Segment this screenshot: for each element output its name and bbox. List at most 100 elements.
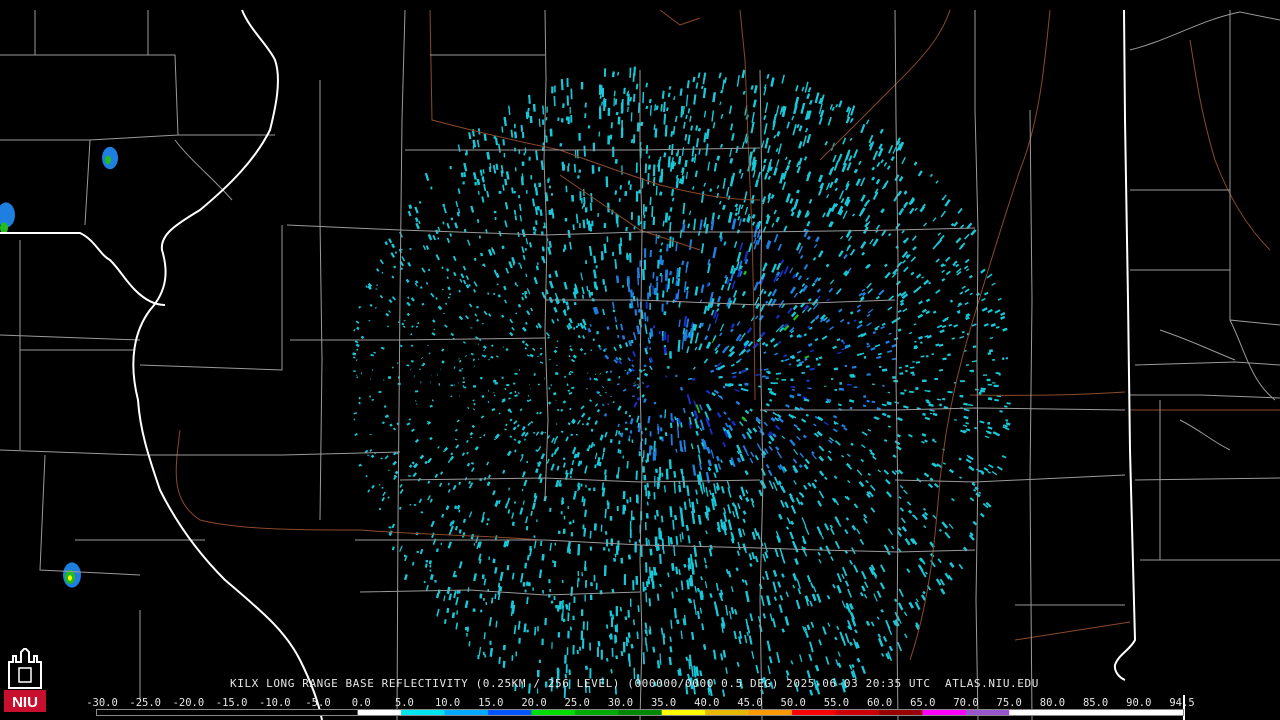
echo-streak xyxy=(458,529,462,534)
echo-streak xyxy=(447,286,451,291)
echo-streak xyxy=(667,536,670,546)
echo-streak xyxy=(355,343,360,348)
echo-streak xyxy=(928,281,932,285)
echo-streak xyxy=(981,471,985,476)
echo-streak xyxy=(584,560,587,569)
echo-streak xyxy=(924,390,930,392)
echo-streak xyxy=(556,408,560,412)
echo-streak xyxy=(669,636,672,642)
echo-streak xyxy=(582,219,586,229)
echo-streak xyxy=(871,400,876,404)
echo-streak xyxy=(605,370,609,374)
echo-streak xyxy=(471,424,475,428)
echo-streak xyxy=(483,434,486,437)
echo-streak xyxy=(562,400,567,404)
echo-streak xyxy=(629,417,634,425)
echo-streak xyxy=(678,301,681,308)
echo-streak xyxy=(494,137,499,146)
echo-streak xyxy=(687,223,690,229)
echo-streak xyxy=(796,358,801,362)
echo-streak xyxy=(908,509,913,514)
echo-streak xyxy=(497,294,501,298)
echo-streak xyxy=(659,156,662,162)
echo-streak xyxy=(539,411,543,415)
echo-streak xyxy=(667,572,670,578)
echo-streak xyxy=(635,470,638,480)
echo-streak xyxy=(609,370,613,374)
echo-streak xyxy=(624,342,629,348)
echo-streak xyxy=(802,434,807,439)
echo-streak xyxy=(391,546,395,551)
echo-streak xyxy=(609,438,613,443)
echo-streak xyxy=(464,600,469,609)
echo-streak xyxy=(938,528,942,532)
echo-streak xyxy=(569,407,572,411)
echo-streak xyxy=(645,105,649,110)
echo-streak xyxy=(602,547,606,551)
echo-streak xyxy=(805,413,809,417)
echo-streak xyxy=(502,469,506,474)
echo-streak xyxy=(637,102,640,113)
echo-streak xyxy=(627,632,631,638)
echo-streak xyxy=(568,373,572,376)
echo-streak xyxy=(683,329,688,342)
echo-streak xyxy=(651,580,655,589)
echo-streak xyxy=(613,90,616,97)
echo-streak xyxy=(694,286,699,296)
echo-streak xyxy=(494,593,497,599)
echo-streak xyxy=(847,625,851,630)
echo-streak xyxy=(675,152,679,157)
echo-streak xyxy=(687,557,692,570)
echo-streak xyxy=(656,510,659,517)
echo-streak xyxy=(658,330,661,335)
echo-streak xyxy=(677,426,680,439)
echo-streak xyxy=(738,168,742,174)
echo-streak xyxy=(624,191,628,196)
echo-streak xyxy=(421,364,425,367)
echo-streak xyxy=(647,164,651,170)
echo-streak xyxy=(521,340,526,344)
echo-streak xyxy=(675,178,679,188)
echo-streak xyxy=(633,66,636,76)
echo-streak xyxy=(672,126,676,135)
echo-streak xyxy=(664,125,668,137)
echo-streak xyxy=(477,190,480,195)
echo-streak xyxy=(577,548,581,556)
echo-streak xyxy=(687,535,691,544)
echo-streak xyxy=(877,352,882,356)
echo-streak xyxy=(718,592,723,598)
echo-streak xyxy=(681,175,685,185)
echo-streak xyxy=(897,328,902,332)
echo-streak xyxy=(669,506,673,513)
echo-streak xyxy=(576,451,581,458)
echo-streak xyxy=(874,327,879,331)
echo-streak xyxy=(990,323,996,328)
echo-streak xyxy=(871,176,876,181)
echo-streak xyxy=(989,336,994,340)
echo-streak xyxy=(903,405,909,409)
echo-streak xyxy=(687,108,691,114)
echo-streak xyxy=(616,383,620,386)
echo-streak xyxy=(675,587,678,592)
echo-streak xyxy=(646,501,649,506)
echo-streak xyxy=(978,491,982,495)
echo-streak xyxy=(653,567,657,576)
echo-streak xyxy=(767,387,773,391)
echo-streak xyxy=(586,422,590,426)
echo-streak xyxy=(428,352,431,355)
echo-streak xyxy=(501,126,504,133)
echo-streak xyxy=(685,656,689,661)
echo-streak xyxy=(683,501,687,510)
echo-streak xyxy=(680,446,684,453)
echo-streak xyxy=(669,222,672,233)
echo-streak xyxy=(414,280,419,284)
echo-streak xyxy=(914,346,917,350)
echo-streak xyxy=(503,540,507,548)
echo-streak xyxy=(648,155,651,159)
echo-streak xyxy=(834,636,838,641)
echo-streak xyxy=(929,412,933,415)
echo-streak xyxy=(635,83,639,90)
echo-streak xyxy=(690,125,694,131)
echo-streak xyxy=(660,515,664,523)
echo-streak xyxy=(604,508,607,519)
